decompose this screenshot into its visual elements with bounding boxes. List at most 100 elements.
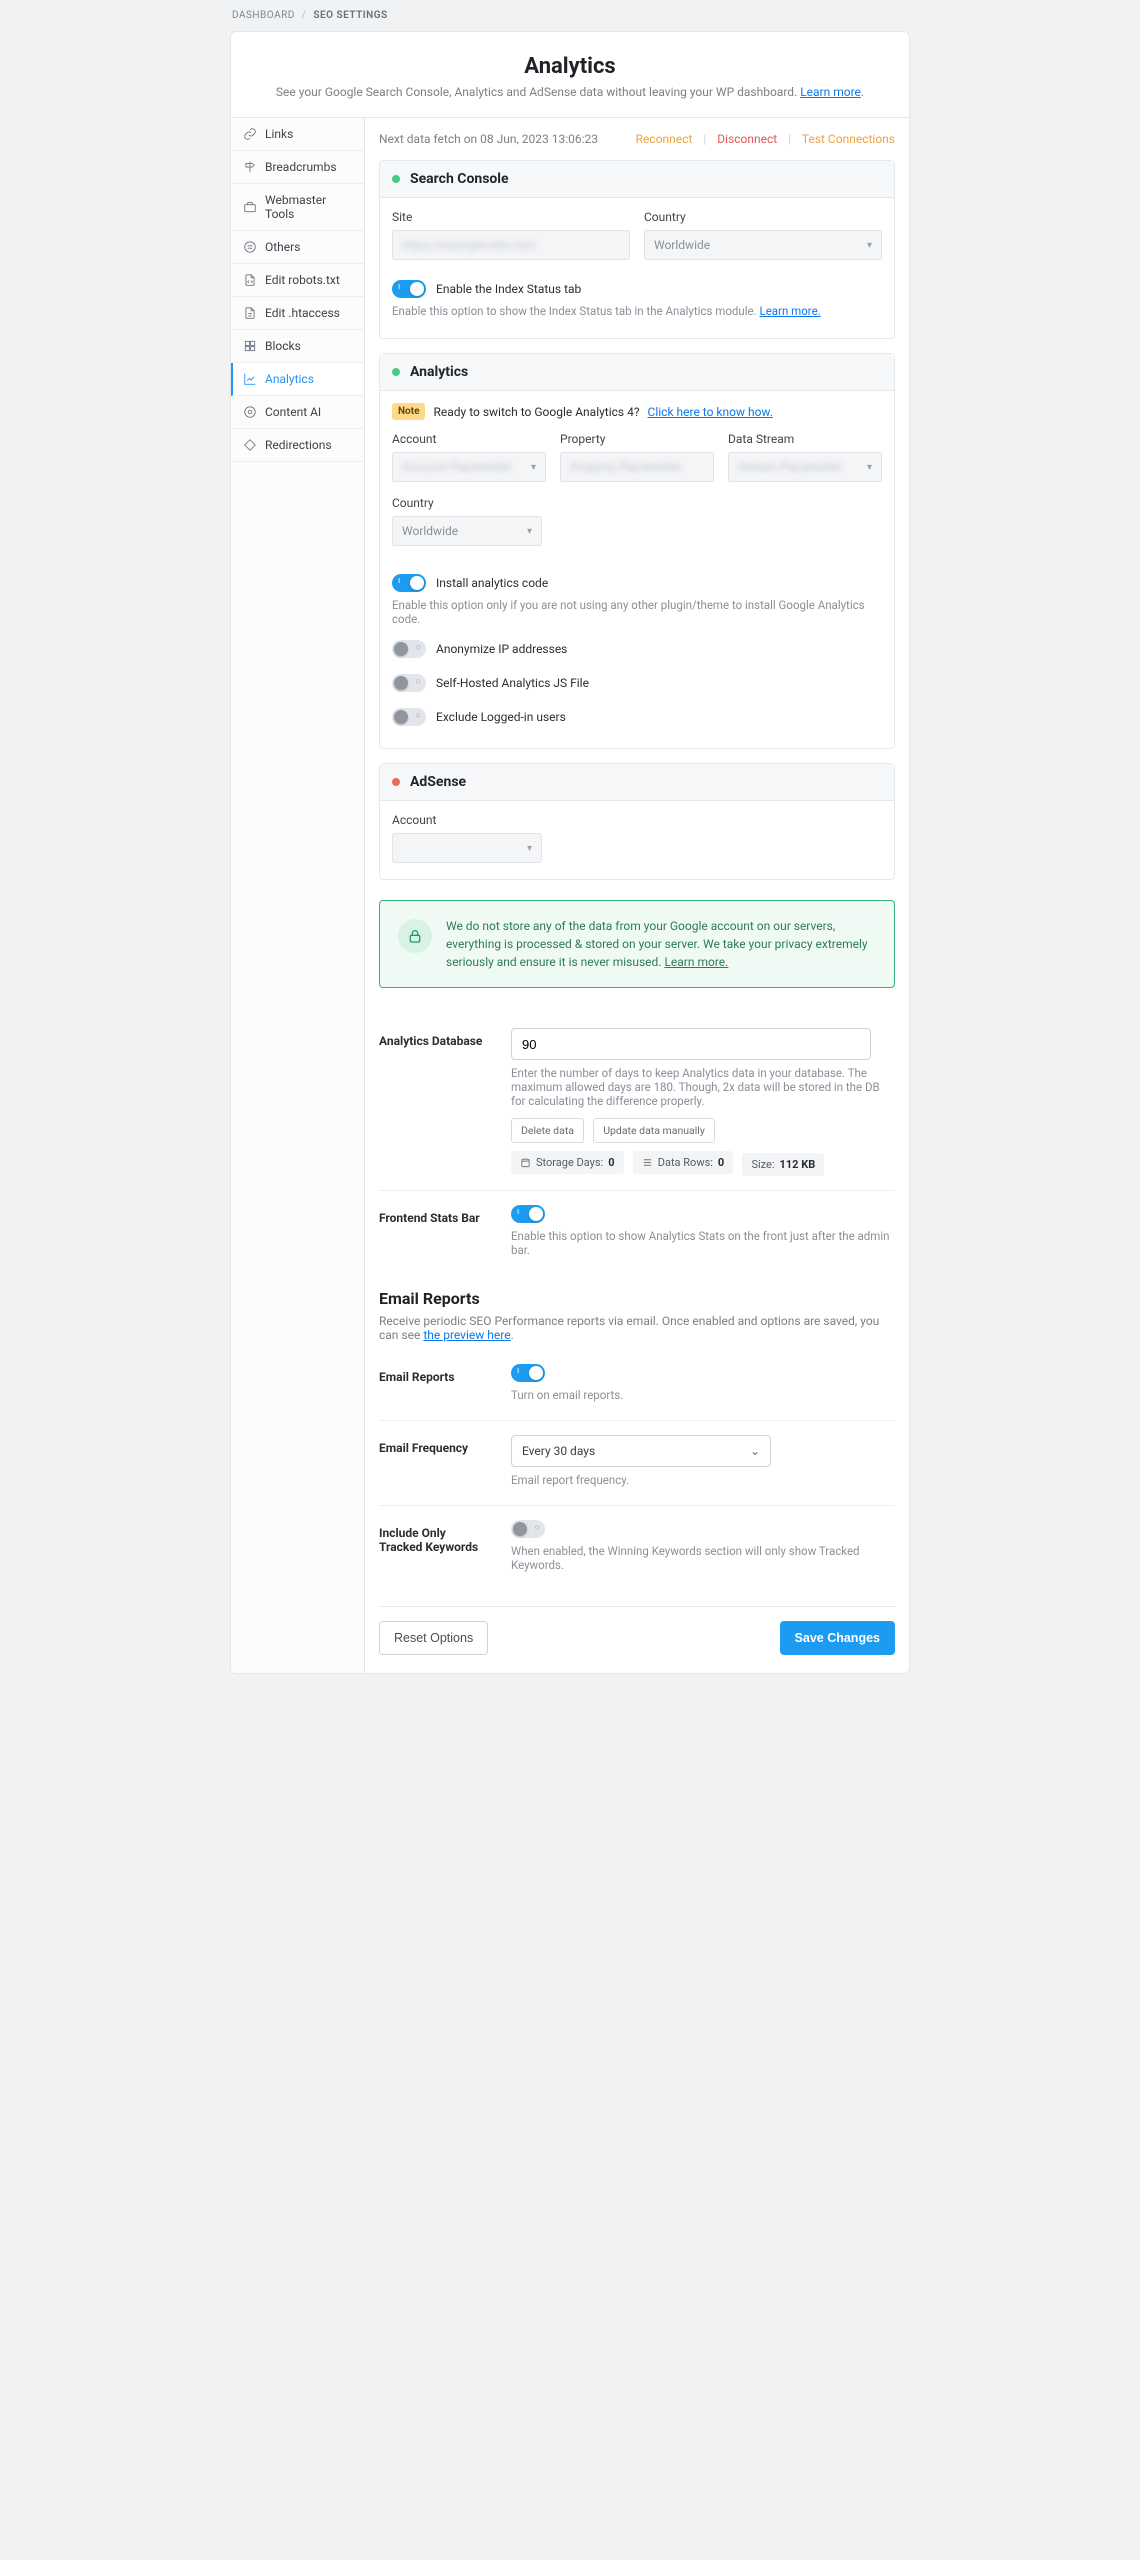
sidebar-item-label: Webmaster Tools: [265, 193, 354, 221]
link-icon: [243, 127, 257, 141]
tracked-keywords-toggle[interactable]: ○: [511, 1520, 545, 1538]
install-analytics-label: Install analytics code: [436, 576, 548, 590]
self-hosted-label: Self-Hosted Analytics JS File: [436, 676, 589, 690]
data-stream-select[interactable]: Stream Placeholder ▾: [728, 452, 882, 482]
country-select[interactable]: Worldwide ▾: [644, 230, 882, 260]
privacy-notice: We do not store any of the data from you…: [379, 900, 895, 988]
privacy-text: We do not store any of the data from you…: [446, 919, 868, 969]
email-reports-subtitle: Receive periodic SEO Performance reports…: [379, 1314, 895, 1342]
sidebar-item-analytics[interactable]: Analytics: [231, 363, 364, 396]
analytics-country-select[interactable]: Worldwide ▾: [392, 516, 542, 546]
sidebar-item-others[interactable]: Others: [231, 231, 364, 264]
sidebar-item-htaccess[interactable]: Edit .htaccess: [231, 297, 364, 330]
note-text: Ready to switch to Google Analytics 4?: [433, 405, 639, 419]
frontend-stats-help: Enable this option to show Analytics Sta…: [511, 1229, 895, 1257]
file-text-icon: [243, 306, 257, 320]
next-fetch-text: Next data fetch on 08 Jun, 2023 13:06:23: [379, 132, 598, 146]
header-learn-more-link[interactable]: Learn more: [800, 85, 861, 99]
status-dot-icon: [392, 175, 400, 183]
index-status-help: Enable this option to show the Index Sta…: [392, 304, 882, 318]
adsense-account-select[interactable]: ▾: [392, 833, 542, 863]
data-rows-stat: Data Rows: 0: [633, 1151, 733, 1174]
panel-title: Analytics: [410, 364, 468, 380]
account-select[interactable]: Account Placeholder ▾: [392, 452, 546, 482]
reconnect-link[interactable]: Reconnect: [636, 132, 693, 146]
panel-title: Search Console: [410, 171, 509, 187]
anonymize-ip-toggle[interactable]: ○: [392, 640, 426, 658]
blocks-icon: [243, 339, 257, 353]
page-title: Analytics: [261, 54, 879, 79]
email-reports-heading: Email Reports: [379, 1289, 895, 1308]
analytics-database-help: Enter the number of days to keep Analyti…: [511, 1066, 895, 1108]
self-hosted-toggle[interactable]: ○: [392, 674, 426, 692]
storage-days-stat: Storage Days: 0: [511, 1151, 624, 1174]
sidebar-item-label: Analytics: [265, 372, 314, 386]
save-changes-button[interactable]: Save Changes: [780, 1621, 895, 1655]
sidebar-item-links[interactable]: Links: [231, 118, 364, 151]
data-stream-label: Data Stream: [728, 432, 882, 446]
sidebar-item-robots[interactable]: Edit robots.txt: [231, 264, 364, 297]
breadcrumb-root[interactable]: DASHBOARD: [232, 10, 295, 21]
sidebar-item-label: Links: [265, 127, 293, 141]
file-code-icon: [243, 273, 257, 287]
redirect-icon: [243, 438, 257, 452]
chevron-down-icon: ▾: [531, 462, 536, 473]
site-select[interactable]: https://example-site.com: [392, 230, 630, 260]
frontend-stats-label: Frontend Stats Bar: [379, 1205, 491, 1261]
anonymize-ip-label: Anonymize IP addresses: [436, 642, 567, 656]
update-data-button[interactable]: Update data manually: [593, 1118, 715, 1143]
country-label: Country: [392, 496, 542, 510]
ai-icon: [243, 405, 257, 419]
frontend-stats-toggle[interactable]: ı: [511, 1205, 545, 1223]
email-reports-help: Turn on email reports.: [511, 1388, 895, 1402]
email-frequency-label: Email Frequency: [379, 1435, 491, 1491]
index-status-toggle[interactable]: ı: [392, 280, 426, 298]
ga4-link[interactable]: Click here to know how.: [648, 405, 773, 419]
chevron-down-icon: ▾: [527, 843, 532, 854]
install-analytics-toggle[interactable]: ı: [392, 574, 426, 592]
delete-data-button[interactable]: Delete data: [511, 1118, 584, 1143]
adsense-account-label: Account: [392, 813, 542, 827]
search-console-panel: Search Console Site https://example-site…: [379, 160, 895, 339]
sidebar-item-label: Others: [265, 240, 300, 254]
email-frequency-help: Email report frequency.: [511, 1473, 895, 1487]
email-reports-toggle[interactable]: ı: [511, 1364, 545, 1382]
status-dot-icon: [392, 778, 400, 786]
sidebar-item-content-ai[interactable]: Content AI: [231, 396, 364, 429]
sidebar-item-redirections[interactable]: Redirections: [231, 429, 364, 462]
install-analytics-help: Enable this option only if you are not u…: [392, 598, 882, 626]
signpost-icon: [243, 160, 257, 174]
country-label: Country: [644, 210, 882, 224]
analytics-panel: Analytics Note Ready to switch to Google…: [379, 353, 895, 749]
reset-options-button[interactable]: Reset Options: [379, 1621, 488, 1655]
disconnect-link[interactable]: Disconnect: [717, 132, 777, 146]
property-select[interactable]: Property Placeholder: [560, 452, 714, 482]
sidebar-item-breadcrumbs[interactable]: Breadcrumbs: [231, 151, 364, 184]
chevron-down-icon: ▾: [867, 462, 872, 473]
sidebar-item-webmaster[interactable]: Webmaster Tools: [231, 184, 364, 231]
toolbox-icon: [243, 200, 257, 214]
panel-title: AdSense: [410, 774, 466, 790]
account-label: Account: [392, 432, 546, 446]
sidebar-item-label: Edit .htaccess: [265, 306, 340, 320]
privacy-learn-more-link[interactable]: Learn more.: [664, 955, 728, 969]
index-status-toggle-label: Enable the Index Status tab: [436, 282, 581, 296]
preview-link[interactable]: the preview here: [423, 1328, 510, 1342]
sidebar-item-label: Content AI: [265, 405, 321, 419]
lock-icon: [398, 919, 432, 953]
circle-icon: [243, 240, 257, 254]
analytics-database-input[interactable]: [511, 1028, 871, 1060]
test-connections-link[interactable]: Test Connections: [802, 132, 895, 146]
sidebar-item-label: Edit robots.txt: [265, 273, 340, 287]
sidebar-item-label: Redirections: [265, 438, 332, 452]
exclude-loggedin-label: Exclude Logged-in users: [436, 710, 566, 724]
sidebar-item-label: Blocks: [265, 339, 301, 353]
exclude-loggedin-toggle[interactable]: ○: [392, 708, 426, 726]
status-dot-icon: [392, 368, 400, 376]
sidebar-item-blocks[interactable]: Blocks: [231, 330, 364, 363]
email-frequency-select[interactable]: Every 30 days ⌄: [511, 1435, 771, 1467]
email-reports-label: Email Reports: [379, 1364, 491, 1406]
learn-more-link[interactable]: Learn more.: [760, 304, 821, 318]
sidebar-item-label: Breadcrumbs: [265, 160, 337, 174]
chart-icon: [243, 372, 257, 386]
